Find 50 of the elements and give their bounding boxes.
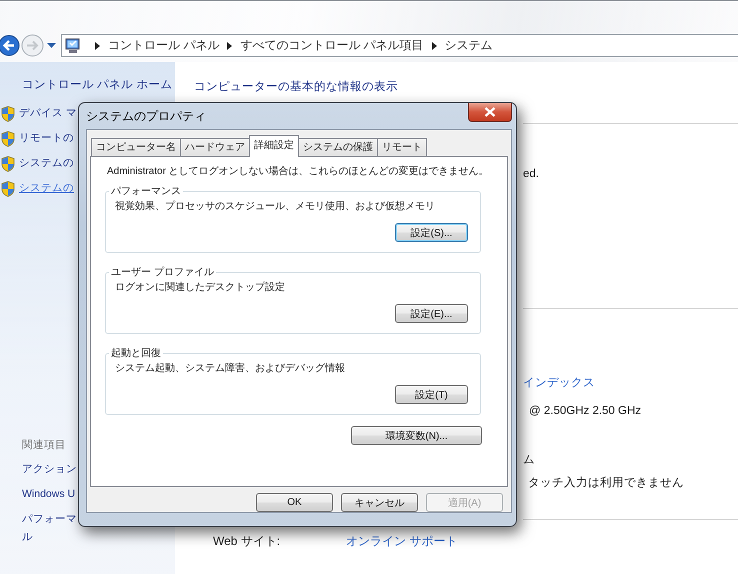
tab[interactable]: 詳細設定 bbox=[249, 135, 299, 157]
close-button[interactable] bbox=[468, 103, 512, 122]
tab[interactable]: コンピューター名 bbox=[91, 138, 181, 156]
tab[interactable]: ハードウェア bbox=[180, 138, 250, 156]
dialog-button: 適用(A) bbox=[426, 493, 503, 512]
tab[interactable]: リモート bbox=[377, 138, 427, 156]
breadcrumb-item[interactable]: システム bbox=[444, 38, 493, 54]
sidebar-link[interactable]: コントロール パネル ホーム bbox=[22, 78, 175, 93]
chevron-icon[interactable] bbox=[227, 42, 232, 50]
group-description: システム起動、システム障害、およびデバッグ情報 bbox=[115, 362, 346, 375]
back-button[interactable] bbox=[0, 34, 20, 57]
page-heading: コンピューターの基本的な情報の表示 bbox=[194, 80, 399, 95]
section-heading: 関連項目 bbox=[22, 439, 67, 453]
shield-icon bbox=[1, 156, 15, 172]
chevron-icon[interactable] bbox=[95, 42, 100, 50]
breadcrumb-item[interactable]: すべてのコントロール パネル項目 bbox=[240, 38, 424, 54]
address-bar[interactable]: コントロール パネル すべてのコントロール パネル項目 システム bbox=[61, 34, 738, 57]
shield-icon bbox=[1, 106, 15, 122]
shield-icon bbox=[1, 130, 15, 147]
support-link[interactable]: オンライン サポート bbox=[346, 534, 458, 550]
dropdown-caret-icon[interactable] bbox=[47, 42, 56, 48]
settings-button[interactable]: 設定(S)... bbox=[395, 223, 468, 242]
dialog-button[interactable]: キャンセル bbox=[341, 493, 418, 512]
info-text: @ 2.50GHz 2.50 GHz bbox=[528, 404, 642, 419]
breadcrumb-item[interactable]: コントロール パネル bbox=[108, 38, 220, 54]
sidebar-link[interactable]: デバイス マ bbox=[19, 107, 77, 121]
chevron-icon[interactable] bbox=[432, 42, 437, 50]
group-title: パフォーマンス bbox=[110, 185, 182, 198]
info-text: タッチ入力は利用できません bbox=[527, 476, 685, 491]
shield-icon bbox=[1, 180, 15, 197]
settings-button[interactable]: 設定(T) bbox=[395, 385, 468, 404]
dialog-button[interactable]: OK bbox=[256, 493, 333, 512]
environment-variables-button[interactable]: 環境変数(N)... bbox=[351, 426, 482, 445]
close-icon bbox=[484, 107, 496, 117]
notice-text: Administrator としてログオンしない場合は、これらのほとんどの変更はできません。 bbox=[107, 165, 481, 178]
computer-icon bbox=[65, 38, 81, 54]
tab[interactable]: システムの保護 bbox=[298, 138, 378, 156]
group-title: ユーザー プロファイル bbox=[110, 266, 215, 279]
info-text: ム bbox=[523, 453, 536, 468]
info-link[interactable]: インデックス bbox=[523, 375, 738, 391]
dialog-title: システムのプロパティ bbox=[86, 109, 206, 125]
group-description: ログオンに関連したデスクトップ設定 bbox=[115, 281, 286, 294]
group-title: 起動と回復 bbox=[110, 347, 162, 360]
sidebar-link[interactable]: システムの bbox=[19, 182, 74, 196]
field-label: Web サイト: bbox=[213, 534, 282, 550]
info-text: ed. bbox=[523, 167, 540, 182]
group-description: 視覚効果、プロセッサのスケジュール、メモリ使用、および仮想メモリ bbox=[115, 200, 436, 213]
sidebar-link[interactable]: システムの bbox=[19, 157, 74, 171]
sidebar-link[interactable]: リモートの bbox=[19, 132, 74, 146]
settings-button[interactable]: 設定(E)... bbox=[395, 304, 468, 323]
